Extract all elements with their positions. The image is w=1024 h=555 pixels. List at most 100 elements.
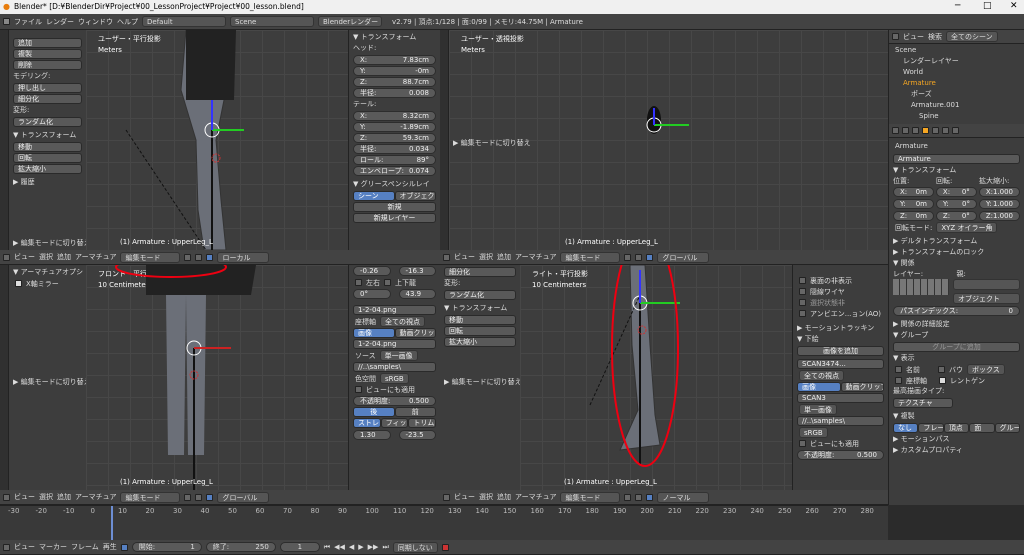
tail-z-field[interactable]: Z: 59.3cm — [353, 133, 436, 143]
stretch-toggle[interactable]: ストレ — [353, 418, 381, 428]
outliner-item[interactable]: Armature.001 — [889, 99, 1024, 110]
bounds-type-select[interactable]: ボックス — [967, 364, 1005, 375]
end-frame-field[interactable]: 終了: 250 — [205, 542, 276, 552]
armature-view[interactable] — [520, 265, 792, 490]
opacity-field[interactable]: 不透明度: 0.500 — [353, 396, 436, 406]
duplication-header[interactable]: ▼ 複製 — [889, 411, 1024, 422]
rotation-y-field[interactable]: Y: 0° — [936, 199, 977, 209]
manipulator-icon[interactable] — [646, 493, 654, 501]
parent-type-select[interactable]: オブジェクト — [953, 293, 1020, 304]
xmirror-checkbox[interactable] — [15, 280, 22, 287]
name-checkbox[interactable] — [895, 366, 902, 373]
timeline[interactable]: -30 -20 -10 0 10 20 30 40 50 60 70 80 90 100 110 120 130… — [0, 505, 888, 541]
image-path-field[interactable]: //..\samples\ — [797, 416, 884, 426]
source-select[interactable]: 単一画像 — [379, 350, 418, 361]
menu-view[interactable]: ビュー — [14, 492, 35, 502]
image-toggle[interactable]: 画像 — [353, 328, 395, 338]
display-mode-select[interactable]: 全てのシーン — [946, 31, 998, 42]
head-y-field[interactable]: Y: -0m — [353, 66, 436, 76]
subdivide-button[interactable]: 細分化 — [13, 94, 82, 104]
randomize-button[interactable]: ランダム化 — [444, 290, 516, 300]
scene-toggle[interactable]: シーン — [353, 191, 395, 201]
outliner-item[interactable]: ポーズ — [889, 88, 1024, 99]
flip-x-checkbox[interactable] — [355, 279, 362, 286]
bg-x-field[interactable]: 1.30 — [353, 430, 391, 440]
mode-select[interactable]: 編集モード — [120, 491, 181, 503]
envelope-field[interactable]: エンベロープ: 0.074 — [353, 166, 436, 176]
menu-add[interactable]: 追加 — [57, 492, 71, 502]
menu-select[interactable]: 選択 — [479, 492, 493, 502]
movie-toggle[interactable]: 動画クリップ — [840, 382, 884, 392]
custom-properties-header[interactable]: ▶ カスタムプロパティ — [889, 445, 1024, 456]
menu-help[interactable]: ヘルプ — [117, 17, 138, 27]
randomize-button[interactable]: ランダム化 — [13, 117, 82, 127]
menu-playback[interactable]: 再生 — [103, 542, 117, 552]
outliner-item[interactable]: Scene — [889, 44, 1024, 55]
location-y-field[interactable]: Y: 0m — [893, 199, 934, 209]
menu-window[interactable]: ウィンドウ — [78, 17, 113, 27]
head-x-field[interactable]: X: 7.83cm — [353, 55, 436, 65]
colorspace-select[interactable]: sRGB — [799, 427, 828, 438]
transform-header[interactable]: ▼ トランスフォーム — [889, 165, 1024, 176]
transform-panel-header[interactable]: ▼ トランスフォーム — [440, 303, 520, 314]
mode-select[interactable]: 編集モード — [120, 251, 181, 263]
outliner-item[interactable]: World — [889, 66, 1024, 77]
menu-add[interactable]: 追加 — [497, 492, 511, 502]
offset-y-field[interactable]: -16.3 — [398, 266, 436, 276]
sync-select[interactable]: 同期しない — [392, 541, 438, 553]
motion-tracking-header[interactable]: ▶ モーショントラッキン — [793, 323, 888, 334]
outliner-item[interactable]: レンダーレイヤー — [889, 55, 1024, 66]
menu-marker[interactable]: マーカー — [39, 542, 67, 552]
flip-y-checkbox[interactable] — [384, 279, 391, 286]
menu-view[interactable]: ビュー — [14, 542, 35, 552]
outliner-item[interactable]: Spine — [889, 110, 1024, 121]
editor-type-icon[interactable] — [443, 493, 450, 501]
manipulator-icon[interactable] — [206, 493, 214, 501]
editor-type-icon[interactable] — [3, 493, 10, 501]
rotate-button[interactable]: 回転 — [444, 326, 516, 336]
menu-view[interactable]: ビュー — [454, 252, 475, 262]
viewport-bottom-right[interactable]: ライト・平行投影 10 Centimeters (1) Armature : Up… — [520, 265, 792, 490]
head-z-field[interactable]: Z: 88.7cm — [353, 77, 436, 87]
editor-type-icon[interactable] — [3, 543, 10, 551]
xray-checkbox[interactable] — [939, 377, 946, 384]
current-frame-field[interactable]: 1 — [279, 542, 320, 552]
timeline-ruler[interactable]: -30 -20 -10 0 10 20 30 40 50 60 70 80 90 100 110 120 130… — [0, 506, 888, 516]
move-button[interactable]: 移動 — [13, 142, 82, 152]
manipulator-icon[interactable] — [206, 253, 214, 261]
orientation-select[interactable]: グローバル — [217, 491, 270, 503]
outliner-item[interactable]: Armature — [889, 77, 1024, 88]
subdivide-button[interactable]: 細分化 — [444, 267, 516, 277]
scale-button[interactable]: 拡大縮小 — [13, 164, 82, 174]
world-tab-icon[interactable] — [912, 127, 919, 134]
transform-panel-header[interactable]: ▼ トランスフォーム — [9, 130, 86, 141]
orientation-select[interactable]: ローカル — [217, 251, 270, 263]
back-toggle[interactable]: 後 — [353, 407, 395, 417]
add-image-button[interactable]: 画像を追加 — [797, 346, 884, 356]
editor-type-icon[interactable] — [3, 253, 10, 261]
shading-icon[interactable] — [624, 253, 632, 261]
menu-file[interactable]: ファイル — [14, 17, 42, 27]
orientation-select[interactable]: グローバル — [657, 251, 710, 263]
menu-frame[interactable]: フレーム — [71, 542, 99, 552]
background-images-header[interactable]: ▼ 下絵 — [793, 334, 888, 345]
scene-tab-icon[interactable] — [902, 127, 909, 134]
tool-tabs[interactable] — [0, 265, 9, 490]
current-frame-indicator[interactable] — [111, 506, 113, 541]
maximize-button[interactable]: □ — [983, 1, 992, 11]
menu-render[interactable]: レンダー — [46, 17, 74, 27]
menu-search[interactable]: 検索 — [928, 32, 942, 42]
menu-select[interactable]: 選択 — [39, 252, 53, 262]
editmode-toggle[interactable]: ▶ 編集モードに切り替え — [9, 238, 86, 249]
background-image-item[interactable]: SCAN3474... — [797, 359, 884, 369]
editmode-toggle[interactable]: ▶ 編集モードに切り替え — [9, 377, 86, 388]
rotation-field[interactable]: 0° — [353, 289, 391, 299]
data-tab-icon[interactable] — [942, 127, 949, 134]
colorspace-select[interactable]: sRGB — [380, 373, 409, 384]
render-tab-icon[interactable] — [892, 127, 899, 134]
fit-toggle[interactable]: フィット — [380, 418, 409, 428]
transform-lock-header[interactable]: ▶ トランスフォームのロック — [889, 247, 1024, 258]
opacity-field[interactable]: 不透明度: 0.500 — [797, 450, 884, 460]
image-path-field[interactable]: //..\samples\ — [353, 362, 436, 372]
minimize-button[interactable]: ─ — [955, 1, 960, 11]
